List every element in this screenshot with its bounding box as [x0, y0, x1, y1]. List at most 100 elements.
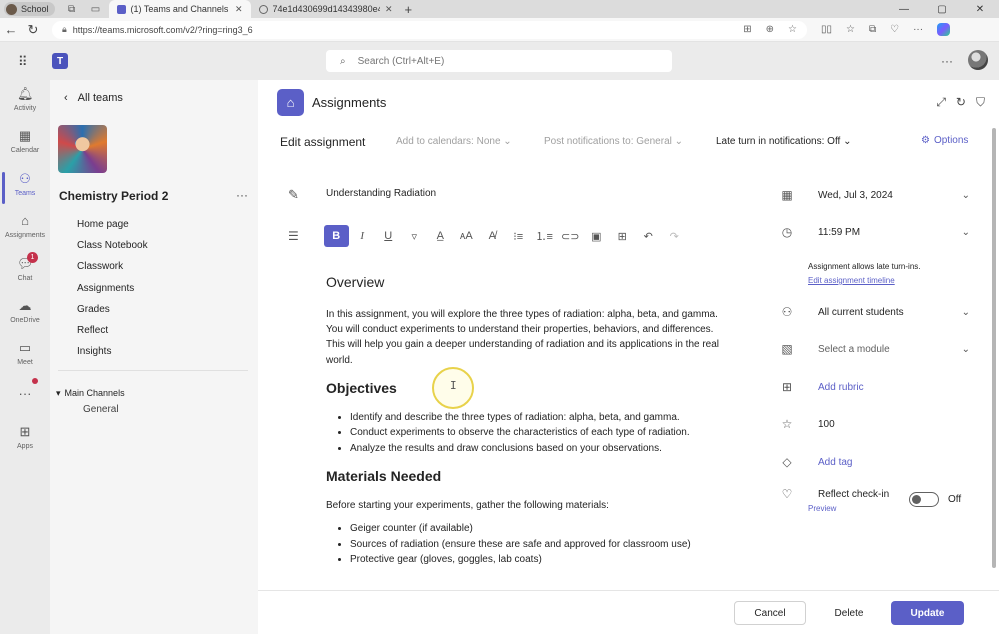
team-nav-item[interactable]: Reflect [77, 325, 148, 346]
assign-to-dropdown[interactable]: ⚇ All current students ⌄ [778, 302, 978, 322]
back-icon[interactable]: ← [0, 22, 22, 37]
reflect-toggle[interactable] [909, 492, 939, 507]
bold-button[interactable]: B [323, 225, 349, 247]
instructions-editor[interactable]: Overview In this assignment, you will ex… [326, 274, 726, 567]
reflect-preview-link[interactable]: Preview [808, 504, 836, 513]
team-nav-item[interactable]: Assignments [77, 283, 148, 304]
user-avatar[interactable] [968, 50, 988, 70]
channels-header[interactable]: ▾ Main Channels [56, 388, 125, 399]
rail-item-meet[interactable]: ▭ Meet [0, 340, 50, 366]
team-nav-item[interactable]: Class Notebook [77, 240, 148, 261]
scrollbar[interactable] [991, 128, 997, 568]
calendars-label: Add to calendars: None [396, 136, 501, 147]
rail-item-more[interactable]: ··· [0, 386, 50, 405]
highlight-icon[interactable]: ▿ [402, 225, 427, 247]
module-dropdown[interactable]: ▧ Select a module ⌄ [778, 339, 978, 359]
delete-button[interactable]: Delete [813, 601, 885, 625]
maximize-icon[interactable]: ▢ [923, 0, 961, 18]
chevron-down-icon: ⌄ [961, 343, 970, 355]
rail-item-apps[interactable]: ⊞ Apps [0, 424, 50, 450]
reflect-toggle-state: Off [948, 494, 962, 505]
rail-item-assignments[interactable]: ⌂ Assignments [0, 213, 50, 239]
rail-item-activity[interactable]: 🔔︎ Activity [0, 86, 50, 112]
browser-essentials-icon[interactable]: ♡ [890, 24, 899, 35]
refresh-icon[interactable]: ↻ [956, 95, 966, 110]
browser-tab-other[interactable]: 74e1d430699d14343980e49f3e... ✕ [251, 0, 401, 18]
apps-available-icon[interactable]: ⊞ [743, 24, 751, 35]
heart-icon: ♡ [781, 487, 793, 501]
close-tab-icon[interactable]: ✕ [385, 4, 393, 15]
late-notifications-dropdown[interactable]: Late turn in notifications: Off ⌄ [716, 136, 852, 147]
expand-icon[interactable]: ⤢ [936, 95, 946, 110]
link-icon[interactable]: ⊂⊃ [558, 225, 583, 247]
calendars-dropdown[interactable]: Add to calendars: None ⌄ [396, 136, 512, 147]
minimize-icon[interactable]: — [885, 0, 923, 18]
browser-tab-teams[interactable]: (1) Teams and Channels | General ✕ [108, 0, 251, 18]
options-button[interactable]: ⚙ Options [921, 135, 968, 146]
pencil-icon: ✎ [288, 187, 299, 202]
due-date-picker[interactable]: ▦ Wed, Jul 3, 2024 ⌄ [778, 185, 978, 205]
add-tag-button[interactable]: ◇ Add tag [778, 452, 978, 472]
app-launcher-icon[interactable]: ⠿ [18, 54, 27, 70]
clear-format-icon[interactable]: A̸ [480, 225, 505, 247]
scrollbar-thumb[interactable] [992, 128, 996, 568]
star-icon: ☆ [781, 417, 793, 431]
assignment-title-field[interactable] [326, 188, 746, 199]
all-teams-link[interactable]: ‹ All teams [64, 92, 123, 104]
team-nav-item[interactable]: Insights [77, 346, 148, 367]
points-field[interactable]: ☆ 100 [778, 414, 978, 434]
collections-icon[interactable]: ⧉ [869, 24, 876, 35]
image-icon[interactable]: ▣ [584, 225, 609, 247]
close-window-icon[interactable]: ✕ [961, 0, 999, 18]
assign-to-value: All current students [818, 306, 904, 318]
text-cursor-icon: I [450, 379, 457, 392]
favorites-icon[interactable]: ☆ [846, 24, 855, 35]
settings-more-button[interactable]: ··· [941, 54, 953, 68]
add-rubric-button[interactable]: ⊞ Add rubric [778, 377, 978, 397]
profile-button[interactable]: School [4, 2, 55, 16]
gear-icon: ⚙ [921, 135, 930, 146]
search-box[interactable]: ⌕ [326, 50, 672, 72]
zoom-icon[interactable]: ⊕ [766, 24, 774, 35]
rail-item-teams[interactable]: ⚇ Teams [0, 171, 50, 197]
team-nav-item[interactable]: Classwork [77, 261, 148, 282]
new-tab-icon[interactable]: + [405, 2, 413, 17]
url-field[interactable]: 🔒︎ https://teams.microsoft.com/v2/?ring=… [52, 20, 807, 39]
split-screen-icon[interactable]: ▯▯ [821, 24, 832, 35]
redo-icon[interactable]: ↷ [662, 225, 687, 247]
team-nav-item[interactable]: Grades [77, 304, 148, 325]
due-time-picker[interactable]: ◷ 11:59 PM ⌄ [778, 222, 978, 242]
rail-item-chat[interactable]: 💬︎ 1 Chat [0, 252, 50, 282]
underline-button[interactable]: U [376, 225, 401, 247]
channel-item-general[interactable]: General [83, 404, 119, 415]
post-notifications-dropdown[interactable]: Post notifications to: General ⌄ [544, 136, 683, 147]
rail-item-onedrive[interactable]: ☁ OneDrive [0, 298, 50, 324]
edit-timeline-link[interactable]: Edit assignment timeline [808, 274, 921, 288]
copilot-icon[interactable] [937, 23, 951, 36]
tab-actions-icon[interactable]: ▭ [89, 2, 103, 16]
bullet-list-icon[interactable]: ⁝≡ [506, 225, 531, 247]
browser-menu-icon[interactable]: ··· [913, 24, 923, 35]
rail-label: Assignments [4, 232, 46, 239]
team-more-button[interactable]: ··· [236, 188, 248, 202]
update-button[interactable]: Update [891, 601, 964, 625]
favorite-star-icon[interactable]: ☆ [788, 24, 797, 35]
search-input[interactable] [357, 55, 608, 67]
undo-icon[interactable]: ↶ [636, 225, 661, 247]
cancel-button[interactable]: Cancel [734, 601, 806, 625]
bell-icon: 🔔︎ [17, 86, 34, 101]
table-icon[interactable]: ⊞ [610, 225, 635, 247]
workspaces-icon[interactable]: ⧉ [65, 2, 79, 16]
rail-item-calendar[interactable]: ▦ Calendar [0, 128, 50, 154]
font-color-icon[interactable]: A̲ [428, 225, 453, 247]
team-nav-item[interactable]: Home page [77, 219, 148, 240]
team-nav: Home page Class Notebook Classwork Assig… [77, 219, 148, 367]
italic-button[interactable]: I [350, 225, 375, 247]
shield-icon[interactable]: ⛉ [976, 95, 985, 110]
chevron-left-icon: ‹ [64, 92, 68, 104]
close-tab-icon[interactable]: ✕ [235, 4, 243, 15]
profile-label: School [21, 4, 49, 14]
refresh-icon[interactable]: ↻ [22, 22, 44, 38]
font-size-icon[interactable]: ᴀA [454, 225, 479, 247]
numbered-list-icon[interactable]: ⒈≡ [532, 225, 557, 247]
